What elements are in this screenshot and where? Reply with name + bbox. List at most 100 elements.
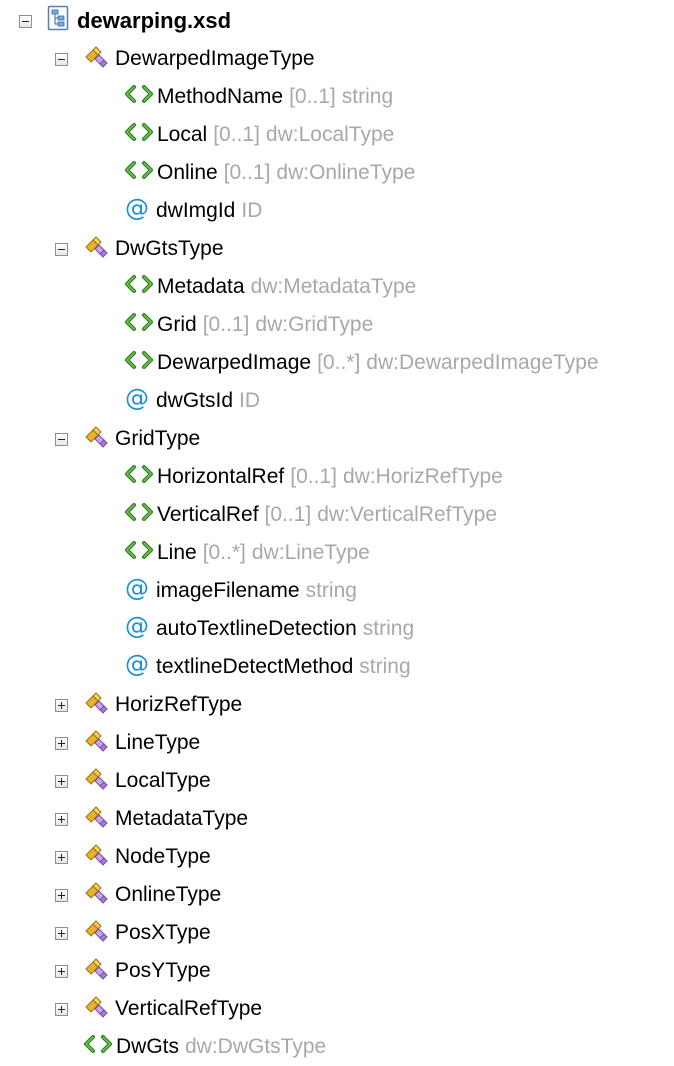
- collapse-toggle-icon[interactable]: [55, 242, 68, 256]
- attribute-icon: @: [124, 650, 150, 683]
- complex-type-icon: [83, 234, 109, 264]
- tree-root-row[interactable]: dewarping.xsd: [0, 2, 231, 40]
- node-multiplicity: [0..1]: [264, 503, 312, 526]
- tree-node-row[interactable]: DewarpedImageType: [0, 40, 315, 78]
- node-multiplicity: [0..1]: [223, 161, 271, 184]
- node-name: dwGtsId: [156, 389, 234, 412]
- collapse-toggle-icon[interactable]: [55, 52, 68, 66]
- node-name: Local: [157, 123, 208, 146]
- complex-type-icon: [83, 690, 109, 720]
- element-icon: [124, 501, 154, 529]
- svg-text:@: @: [125, 575, 149, 601]
- node-name: DewarpedImageType: [115, 47, 315, 70]
- node-type: string: [305, 579, 357, 602]
- node-name: DwGtsType: [115, 237, 224, 260]
- expand-toggle-icon[interactable]: [55, 736, 68, 750]
- node-type: dw:VerticalRefType: [317, 503, 498, 526]
- tree-node-row[interactable]: @ textlineDetectMethod string: [0, 648, 411, 686]
- node-multiplicity: [0..1]: [289, 85, 336, 108]
- tree-node-row[interactable]: MethodName [0..1] string: [0, 78, 393, 116]
- element-icon: [124, 539, 154, 567]
- node-multiplicity: [0..1]: [290, 465, 337, 488]
- node-name: OnlineType: [115, 883, 222, 906]
- node-type: dw:LineType: [251, 541, 370, 564]
- node-name: MetadataType: [115, 807, 249, 830]
- schema-file-name: dewarping.xsd: [77, 8, 232, 33]
- element-icon: [124, 83, 154, 111]
- tree-node-row[interactable]: NodeType: [0, 838, 211, 876]
- complex-type-icon: [83, 728, 109, 758]
- node-name: HorizontalRef: [157, 465, 285, 488]
- tree-node-row[interactable]: MetadataType: [0, 800, 248, 838]
- attribute-icon: @: [124, 384, 150, 417]
- node-type: string: [359, 655, 411, 678]
- node-name: LocalType: [115, 769, 211, 792]
- complex-type-icon: [83, 956, 109, 986]
- node-name: PosXType: [115, 921, 211, 944]
- node-name: Metadata: [157, 275, 245, 298]
- collapse-toggle-icon[interactable]: [19, 14, 32, 28]
- complex-type-icon: [83, 842, 109, 872]
- element-icon: [124, 311, 154, 339]
- tree-node-row[interactable]: Metadata dw:MetadataType: [0, 268, 416, 306]
- expand-toggle-icon[interactable]: [55, 812, 68, 826]
- node-type: dw:GridType: [255, 313, 374, 336]
- attribute-icon: @: [124, 574, 150, 607]
- tree-node-row[interactable]: Grid [0..1] dw:GridType: [0, 306, 373, 344]
- complex-type-icon: [83, 766, 109, 796]
- tree-node-row[interactable]: GridType: [0, 420, 200, 458]
- expand-toggle-icon[interactable]: [55, 964, 68, 978]
- tree-node-row[interactable]: Local [0..1] dw:LocalType: [0, 116, 394, 154]
- node-type: dw:LocalType: [265, 123, 395, 146]
- node-name: VerticalRef: [157, 503, 259, 526]
- tree-node-row[interactable]: PosYType: [0, 952, 211, 990]
- element-icon: [124, 121, 154, 149]
- tree-node-row[interactable]: HorizontalRef [0..1] dw:HorizRefType: [0, 458, 503, 496]
- node-name: Grid: [157, 313, 197, 336]
- tree-node-row[interactable]: @ autoTextlineDetection string: [0, 610, 414, 648]
- complex-type-icon: [83, 994, 109, 1024]
- tree-node-row[interactable]: Line [0..*] dw:LineType: [0, 534, 370, 572]
- collapse-toggle-icon[interactable]: [55, 432, 68, 446]
- node-name: textlineDetectMethod: [156, 655, 354, 678]
- tree-node-row[interactable]: DwGtsType: [0, 230, 224, 268]
- tree-node-row[interactable]: OnlineType: [0, 876, 221, 914]
- node-type: dw:OnlineType: [276, 161, 416, 184]
- tree-node-row[interactable]: VerticalRefType: [0, 990, 262, 1028]
- node-type: ID: [239, 389, 261, 412]
- tree-node-row[interactable]: @ dwImgId ID: [0, 192, 262, 230]
- complex-type-icon: [83, 44, 109, 74]
- attribute-icon: @: [124, 194, 150, 227]
- attribute-icon: @: [124, 612, 150, 645]
- expand-toggle-icon[interactable]: [55, 1002, 68, 1016]
- expand-toggle-icon[interactable]: [55, 698, 68, 712]
- tree-node-row[interactable]: @ dwGtsId ID: [0, 382, 260, 420]
- complex-type-icon: [83, 424, 109, 454]
- complex-type-icon: [83, 918, 109, 948]
- node-name: HorizRefType: [115, 693, 243, 716]
- tree-node-row[interactable]: PosXType: [0, 914, 211, 952]
- tree-node-row[interactable]: VerticalRef [0..1] dw:VerticalRefType: [0, 496, 497, 534]
- element-icon: [124, 273, 154, 301]
- tree-node-row[interactable]: @ imageFilename string: [0, 572, 357, 610]
- node-name: DewarpedImage: [157, 351, 312, 374]
- node-name: LineType: [115, 731, 201, 754]
- node-name: MethodName: [157, 85, 284, 108]
- tree-node-row[interactable]: Online [0..1] dw:OnlineType: [0, 154, 415, 192]
- tree-node-row[interactable]: HorizRefType: [0, 686, 242, 724]
- node-name: Online: [157, 161, 218, 184]
- tree-node-row[interactable]: LocalType: [0, 762, 211, 800]
- node-multiplicity: [0..*]: [317, 351, 361, 374]
- tree-node-row[interactable]: DewarpedImage [0..*] dw:DewarpedImageType: [0, 344, 599, 382]
- element-icon: [124, 463, 154, 491]
- node-type: ID: [241, 199, 263, 222]
- expand-toggle-icon[interactable]: [55, 850, 68, 864]
- expand-toggle-icon[interactable]: [55, 774, 68, 788]
- tree-node-row[interactable]: DwGts dw:DwGtsType: [0, 1028, 326, 1066]
- node-name: dwImgId: [156, 199, 236, 222]
- expand-toggle-icon[interactable]: [55, 888, 68, 902]
- tree-node-row[interactable]: LineType: [0, 724, 200, 762]
- expand-toggle-icon[interactable]: [55, 926, 68, 940]
- node-name: imageFilename: [156, 579, 300, 602]
- node-name: autoTextlineDetection: [156, 617, 357, 640]
